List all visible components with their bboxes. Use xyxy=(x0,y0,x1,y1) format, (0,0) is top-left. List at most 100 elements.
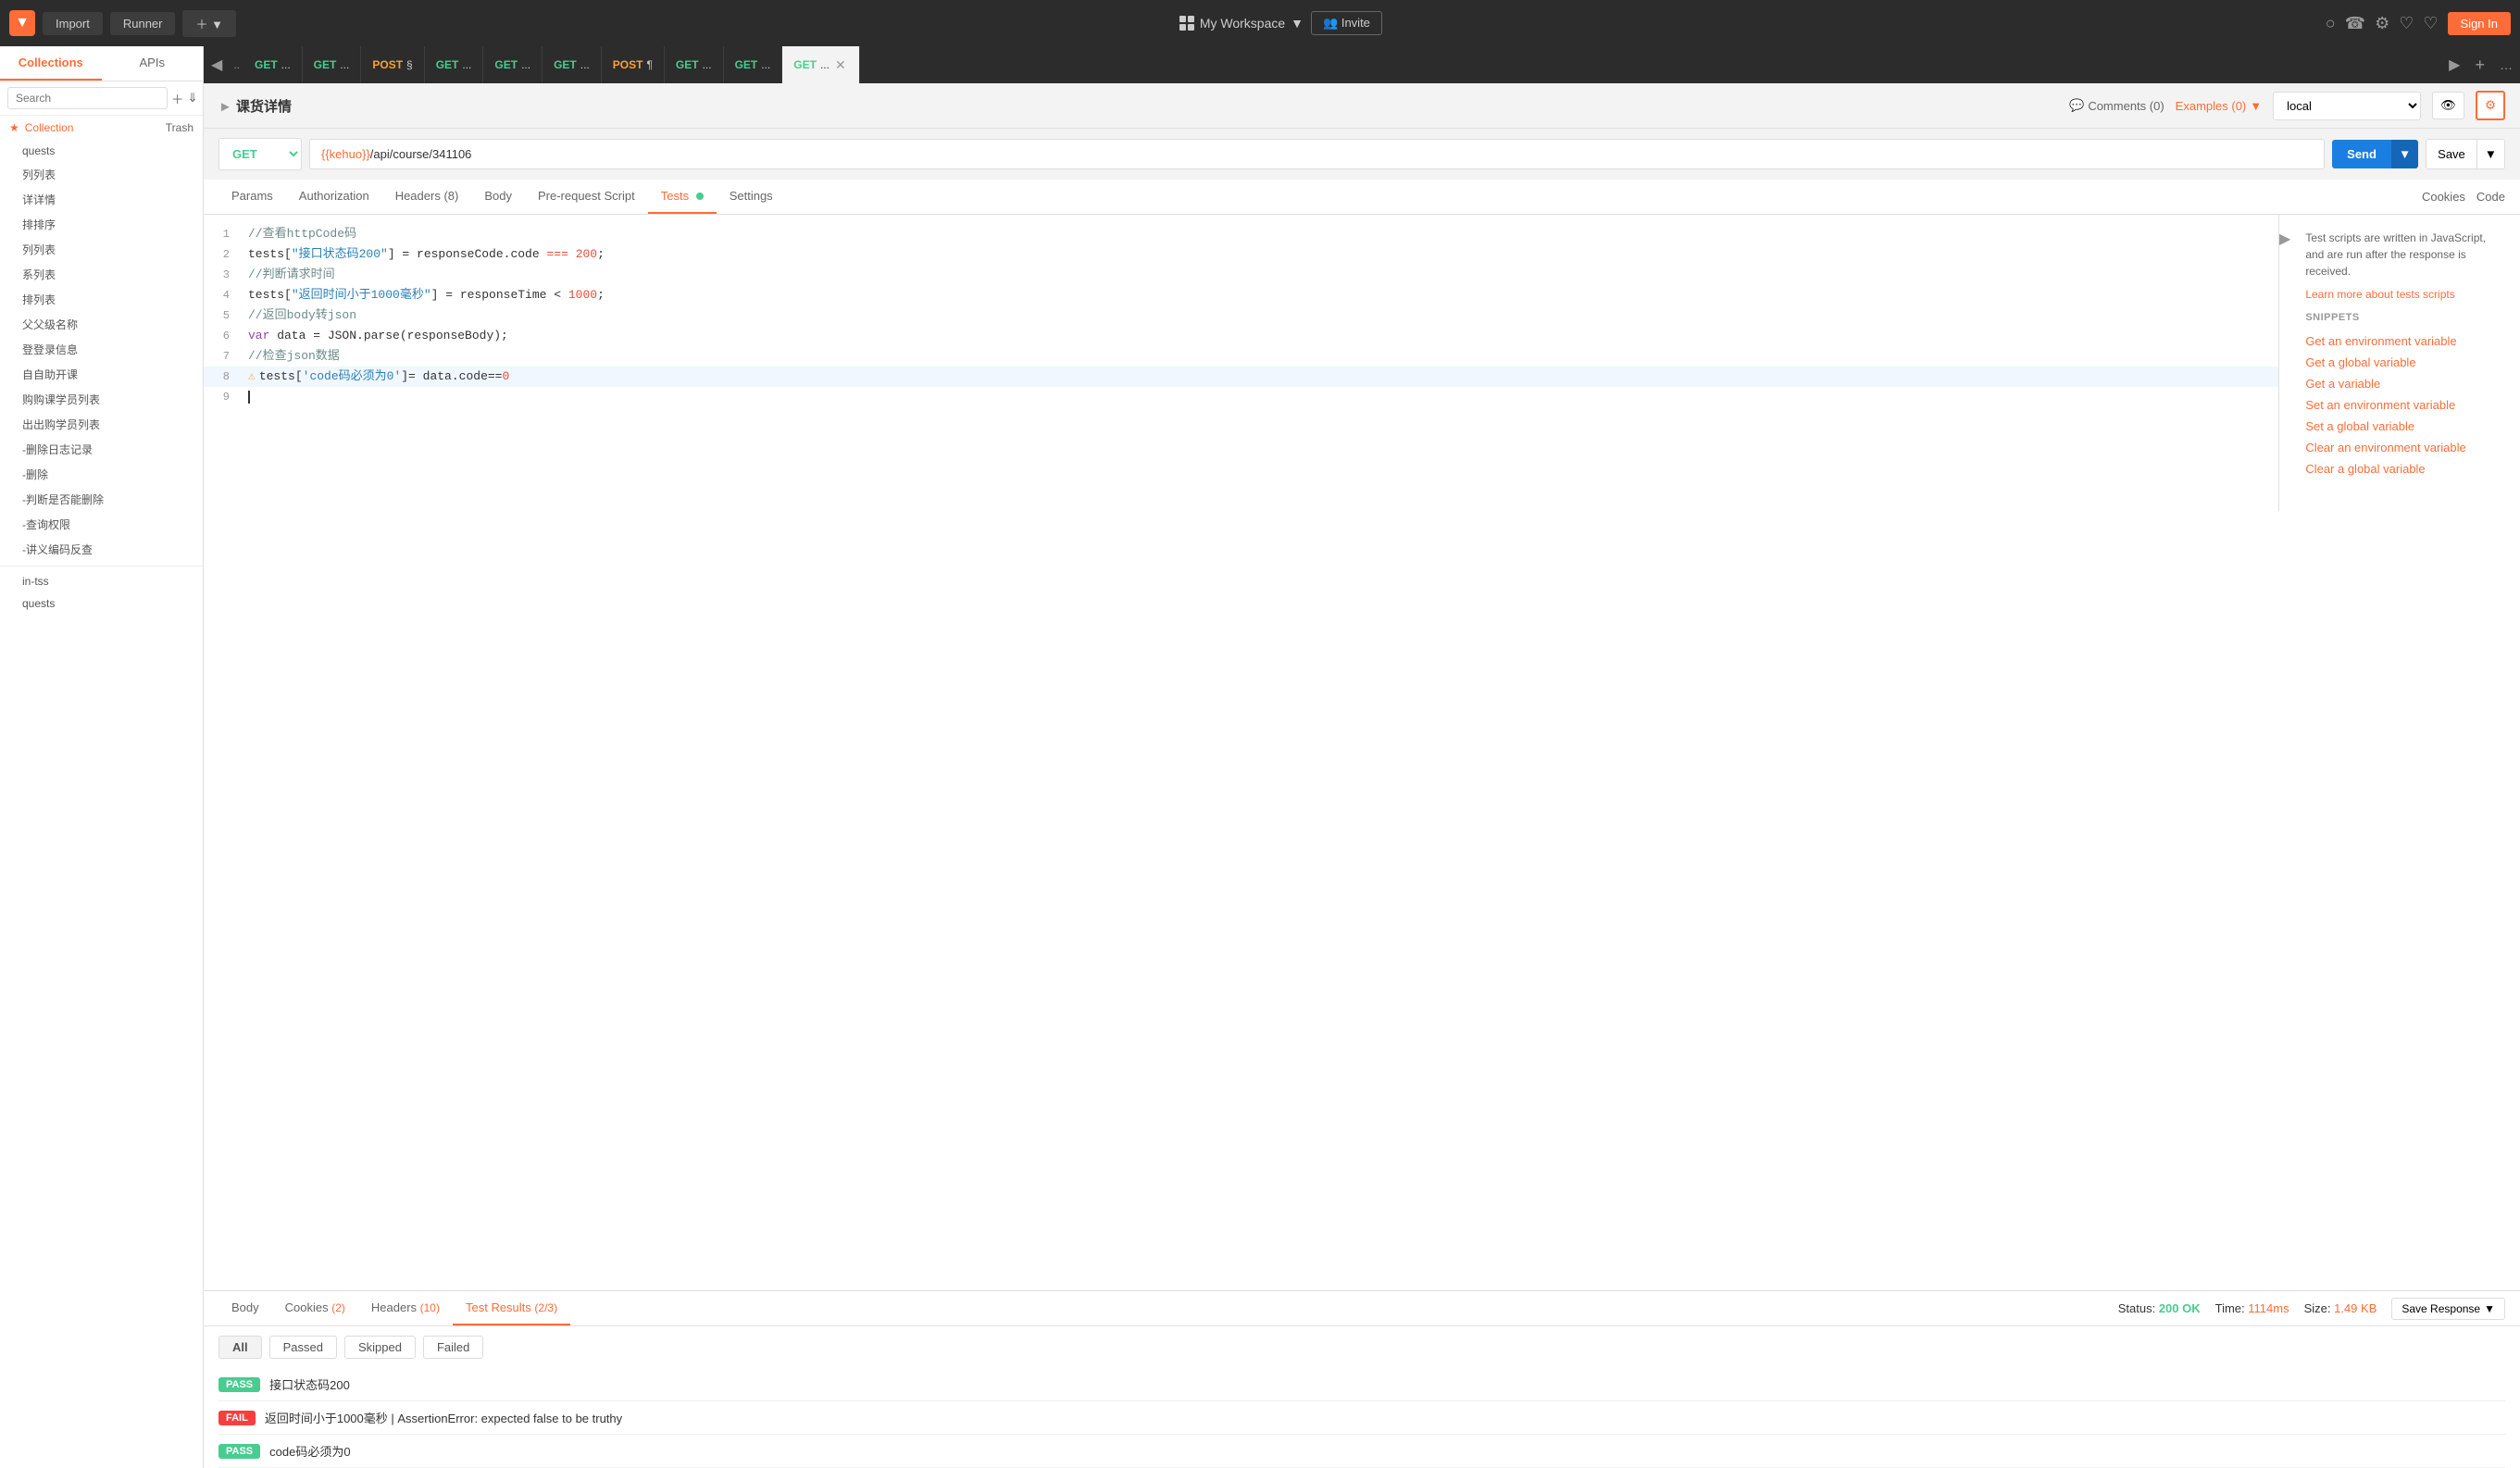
import-button[interactable]: Import xyxy=(43,12,103,35)
tab-prev-button[interactable]: ◀ xyxy=(204,46,230,83)
sidebar-item-quests2[interactable]: quests xyxy=(0,592,203,615)
save-dropdown-button[interactable]: ▼ xyxy=(2477,139,2505,169)
sidebar-item-can-del[interactable]: -判断是否能删除 xyxy=(0,487,203,512)
import-collection-button[interactable]: ⇓ xyxy=(187,91,197,106)
tab-settings[interactable]: Settings xyxy=(717,180,786,214)
expand-icon[interactable]: ► xyxy=(218,99,232,115)
snippet-set-global-var[interactable]: Set a global variable xyxy=(2305,416,2505,437)
resp-tab-test-results[interactable]: Test Results (2/3) xyxy=(453,1291,570,1325)
sidebar-item-list3[interactable]: 系列表 xyxy=(0,262,203,287)
workspace-button[interactable]: My Workspace ▼ xyxy=(1179,16,1304,31)
sidebar-item-buy-list[interactable]: 购购课学员列表 xyxy=(0,387,203,412)
snippet-get-var[interactable]: Get a variable xyxy=(2305,373,2505,394)
cookies-link[interactable]: Cookies xyxy=(2422,190,2465,204)
tab-get-7[interactable]: GET ... xyxy=(724,46,783,83)
resp-tab-body[interactable]: Body xyxy=(218,1291,272,1325)
tab-add-button[interactable]: + xyxy=(2467,56,2492,75)
save-button[interactable]: Save xyxy=(2426,139,2477,169)
logo-button[interactable]: ▼ xyxy=(9,10,35,36)
tab-next-button[interactable]: ▶ xyxy=(2441,46,2467,83)
apis-tab[interactable]: APIs xyxy=(102,46,204,81)
sidebar-item-quests1[interactable]: quests xyxy=(0,140,203,162)
notifications-icon[interactable]: ♡ xyxy=(2399,14,2414,33)
snippet-clear-env-var[interactable]: Clear an environment variable xyxy=(2305,437,2505,458)
tab-get-3[interactable]: GET ... xyxy=(425,46,484,83)
sidebar-item-list4[interactable]: 排列表 xyxy=(0,287,203,312)
tab-get-5[interactable]: GET ... xyxy=(543,46,602,83)
tab-tests[interactable]: Tests xyxy=(648,180,717,214)
method-selector[interactable]: GET xyxy=(218,138,302,170)
sidebar-item-auth[interactable]: -查询权限 xyxy=(0,512,203,537)
code-link[interactable]: Code xyxy=(2476,190,2505,204)
tab-post-2[interactable]: POST ¶ xyxy=(602,46,665,83)
runner-button[interactable]: Runner xyxy=(110,12,176,35)
filter-all-button[interactable]: All xyxy=(218,1336,262,1359)
new-button[interactable]: ＋ ▼ xyxy=(182,10,235,37)
env-settings-button[interactable]: ⚙ xyxy=(2476,91,2505,120)
sidebar-item-in-tss[interactable]: in-tss xyxy=(0,570,203,592)
collections-tab[interactable]: Collections xyxy=(0,46,102,81)
tab-prerequest[interactable]: Pre-request Script xyxy=(525,180,648,214)
collection-header[interactable]: ★ Collection Trash xyxy=(0,116,203,140)
snippet-get-global-var[interactable]: Get a global variable xyxy=(2305,352,2505,373)
tab-get-1[interactable]: GET ... xyxy=(243,46,303,83)
sidebar-item-list1[interactable]: 列列表 xyxy=(0,162,203,187)
tab-method-6: GET xyxy=(554,58,577,71)
filter-skipped-button[interactable]: Skipped xyxy=(344,1336,416,1359)
sidebar-item-name[interactable]: 父父级名称 xyxy=(0,312,203,337)
tab-authorization[interactable]: Authorization xyxy=(286,180,382,214)
snippets-toggle-button[interactable]: ▶ xyxy=(2279,230,2290,248)
examples-button[interactable]: Examples (0) ▼ xyxy=(2176,99,2262,113)
tab-get-2[interactable]: GET ... xyxy=(303,46,362,83)
send-button-group: Send ▼ xyxy=(2332,140,2418,168)
tab-get-4[interactable]: GET ... xyxy=(483,46,543,83)
sidebar-item-sell-list[interactable]: 出出购学员列表 xyxy=(0,412,203,437)
sidebar-item-sort[interactable]: 排排序 xyxy=(0,212,203,237)
sidebar-item-del-log[interactable]: -删除日志记录 xyxy=(0,437,203,462)
filter-failed-button[interactable]: Failed xyxy=(423,1336,483,1359)
sidebar-item-code[interactable]: -讲义编码反查 xyxy=(0,537,203,562)
send-dropdown-button[interactable]: ▼ xyxy=(2391,140,2418,168)
tab-method-1: GET xyxy=(255,58,278,71)
heart-icon[interactable]: ♡ xyxy=(2423,14,2438,33)
tab-post-1[interactable]: POST § xyxy=(361,46,424,83)
tab-close-button[interactable]: ✕ xyxy=(833,57,848,73)
resp-tab-headers[interactable]: Headers (10) xyxy=(358,1291,453,1325)
snippets-link[interactable]: Learn more about tests scripts xyxy=(2305,288,2454,301)
code-editor[interactable]: 1 //查看httpCode码 2 tests["接口状态码200"] = re… xyxy=(204,215,2279,511)
tab-label-active: ... xyxy=(820,58,830,71)
tab-more-button[interactable]: … xyxy=(2492,57,2520,72)
sync-icon[interactable]: ○ xyxy=(2326,14,2336,33)
settings-icon[interactable]: ⚙ xyxy=(2375,14,2389,33)
invite-button[interactable]: 👥 Invite xyxy=(1311,11,1382,35)
tab-headers[interactable]: Headers (8) xyxy=(382,180,472,214)
new-collection-button[interactable]: ＋ xyxy=(171,90,183,107)
snippet-set-env-var[interactable]: Set an environment variable xyxy=(2305,394,2505,416)
sidebar: Collections APIs ＋ ⇓ ★ Collection Trash … xyxy=(0,46,204,1468)
resp-tab-cookies[interactable]: Cookies (2) xyxy=(272,1291,358,1325)
env-eye-button[interactable]: 👁 xyxy=(2432,92,2464,119)
topbar-right: ○ ☎ ⚙ ♡ ♡ Sign In xyxy=(2326,12,2511,35)
sidebar-item-open[interactable]: 自自助开课 xyxy=(0,362,203,387)
snippet-clear-global-var[interactable]: Clear a global variable xyxy=(2305,458,2505,479)
environment-selector[interactable]: local xyxy=(2273,92,2421,120)
sidebar-item-login[interactable]: 登登录信息 xyxy=(0,337,203,362)
sidebar-item-list2[interactable]: 列列表 xyxy=(0,237,203,262)
sidebar-item-del[interactable]: -删除 xyxy=(0,462,203,487)
trash-button[interactable]: Trash xyxy=(166,121,193,134)
tab-body[interactable]: Body xyxy=(471,180,525,214)
search-input[interactable] xyxy=(7,87,168,109)
signin-button[interactable]: Sign In xyxy=(2448,12,2511,35)
sidebar-item-detail1[interactable]: 详详情 xyxy=(0,187,203,212)
snippet-get-env-var[interactable]: Get an environment variable xyxy=(2305,330,2505,352)
comments-button[interactable]: 💬 Comments (0) xyxy=(2069,98,2164,113)
filter-passed-button[interactable]: Passed xyxy=(269,1336,337,1359)
send-button[interactable]: Send xyxy=(2332,140,2391,168)
save-response-button[interactable]: Save Response ▼ xyxy=(2391,1298,2505,1320)
tab-params[interactable]: Params xyxy=(218,180,286,214)
url-display[interactable]: {{kehuo}}/api/course/341106 xyxy=(309,139,2325,169)
tab-get-6[interactable]: GET ... xyxy=(665,46,724,83)
tab-get-active[interactable]: GET ... ✕ xyxy=(782,46,859,83)
headset-icon[interactable]: ☎ xyxy=(2345,14,2365,33)
code-line-4: 4 tests["返回时间小于1000毫秒"] = responseTime <… xyxy=(204,285,2278,305)
